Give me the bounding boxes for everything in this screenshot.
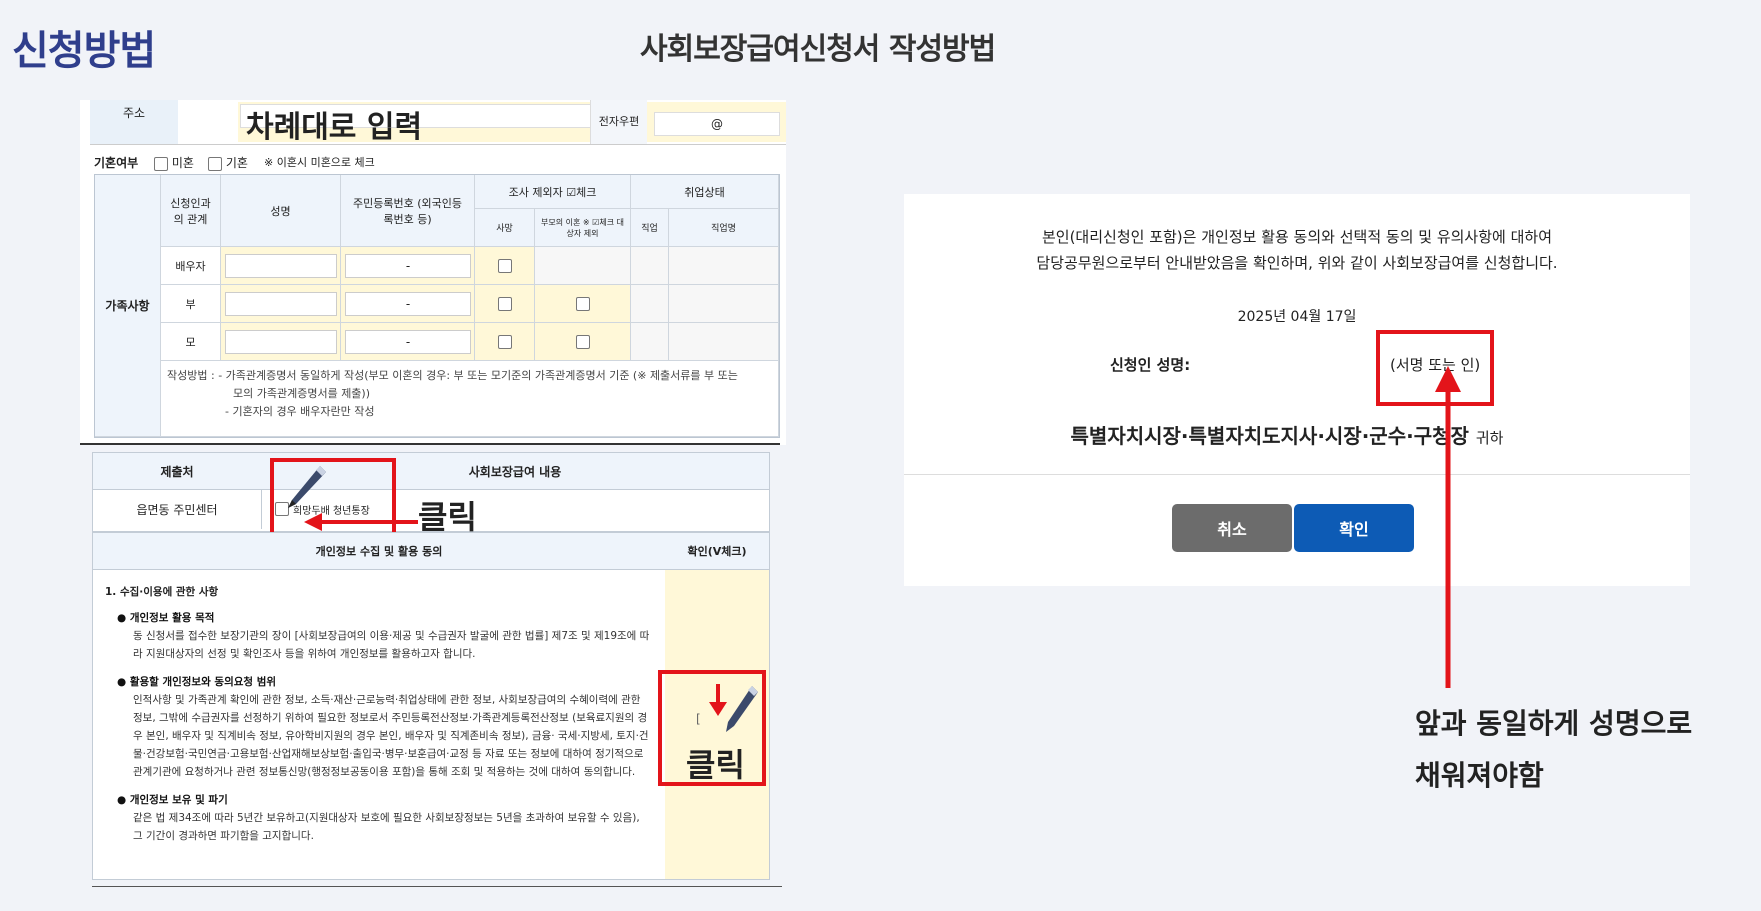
death-cell-spouse (475, 247, 535, 285)
pen-icon (288, 466, 326, 508)
married-label: 기혼 (225, 156, 248, 170)
job-cell-father-disabled (631, 285, 669, 323)
divorce-checkbox-mother[interactable] (575, 334, 590, 349)
header-job-name: 직업명 (669, 209, 779, 247)
death-cell-mother (475, 323, 535, 361)
header-death: 사망 (475, 209, 535, 247)
notes-label: 작성방법 : (167, 369, 215, 382)
job-cell-spouse-disabled (631, 247, 669, 285)
rrn-input-mother[interactable]: - (345, 330, 471, 354)
header-divorce: 부모의 이혼 ※ ☑체크 대상자 제외 (535, 209, 631, 247)
submit-header-place: 제출처 (93, 453, 262, 490)
notes-line1: - 가족관계증명서 동일하게 작성(부모 이혼의 경우: 부 또는 모기준의 가… (218, 369, 738, 382)
rrn-cell-father: - (341, 285, 475, 323)
notes-line2: 모의 가족관계증명서를 제출)) (233, 387, 371, 400)
email-input[interactable]: @ (654, 112, 780, 136)
dialog-date: 2025년 04월 17일 (1237, 309, 1357, 325)
death-checkbox-spouse[interactable] (497, 258, 512, 273)
dialog-line-2: 담당공무원으로부터 안내받았음을 확인하며, 위와 같이 사회보장급여를 신청합… (1036, 254, 1558, 272)
annotation-text: 앞과 동일하게 성명으로 채워져야함 (1415, 698, 1692, 802)
consent-section-1: 1. 수집·이용에 관한 사항 (105, 586, 219, 598)
divorce-cell-mother (535, 323, 631, 361)
header-job: 직업 (631, 209, 669, 247)
page-title-left: 신청방법 (12, 28, 156, 74)
single-label: 미혼 (171, 156, 194, 170)
death-checkbox-mother[interactable] (497, 334, 512, 349)
recipient-line: 특별자치시장·특별자치도지사·시장·군수·구청장 귀하 (894, 420, 1680, 449)
marriage-married-option[interactable]: 기혼 (208, 154, 248, 171)
marriage-note: ※ 이혼시 미혼으로 체크 (264, 156, 375, 169)
notes-line3: - 기혼자의 경우 배우자란만 작성 (225, 405, 375, 418)
marriage-single-option[interactable]: 미혼 (154, 154, 194, 171)
consent-purpose-text: 동 신청서를 접수한 보장기관의 장이 [사회보장급여의 이용·제공 및 수급권… (133, 630, 650, 660)
header-rrn: 주민등록번호 (외국인등록번호 등) (341, 175, 475, 247)
panel-divider (80, 443, 780, 445)
row-relation-father: 부 (161, 285, 221, 323)
annotation-line-1: 앞과 동일하게 성명으로 (1415, 707, 1693, 740)
submit-place: 읍면동 주민센터 (93, 489, 262, 529)
recipient-suffix: 귀하 (1475, 429, 1504, 447)
click-label-2: 클릭 (686, 746, 745, 784)
page-title-center: 사회보장급여신청서 작성방법 (640, 32, 996, 67)
bottom-rule (92, 886, 782, 887)
annotation-line-2: 채워져야함 (1415, 759, 1544, 792)
jobname-cell-mother-disabled (669, 323, 779, 361)
marriage-label: 기혼여부 (94, 156, 139, 170)
jobname-cell-father-disabled (669, 285, 779, 323)
name-input-father[interactable] (225, 292, 337, 316)
rrn-cell-mother: - (341, 323, 475, 361)
divorce-cell-father (535, 285, 631, 323)
address-row: 주소 차례대로 입력 전자우편 @ (90, 100, 786, 145)
header-job-status: 취업상태 (631, 175, 779, 209)
address-label: 주소 (90, 100, 178, 144)
row-relation-spouse: 배우자 (161, 247, 221, 285)
consent-scope-title: ● 활용할 개인정보와 동의요청 범위 (117, 676, 277, 688)
arrow-up-icon (1435, 366, 1461, 688)
rrn-cell-spouse: - (341, 247, 475, 285)
recipient-title: 특별자치시장·특별자치도지사·시장·군수·구청장 (1070, 424, 1469, 448)
row-relation-mother: 모 (161, 323, 221, 361)
consent-body: 1. 수집·이용에 관한 사항 ● 개인정보 활용 목적 동 신청서를 접수한 … (105, 583, 650, 845)
family-table: 가족사항 신청인과의 관계 성명 주민등록번호 (외국인등록번호 등) 조사 제… (94, 174, 780, 438)
name-cell-mother (221, 323, 341, 361)
arrow-and-pen-icon (709, 684, 758, 732)
confirm-button[interactable]: 확인 (1294, 504, 1414, 552)
consent-purpose-title: ● 개인정보 활용 목적 (117, 612, 215, 624)
consent-checkbox-fragment[interactable]: [ (696, 712, 701, 726)
header-name: 성명 (221, 175, 341, 247)
job-cell-mother-disabled (631, 323, 669, 361)
arrow-left-icon (304, 513, 418, 531)
family-form-panel: 주소 차례대로 입력 전자우편 @ 기혼여부 미혼 기혼 ※ 이혼시 미혼으로 … (80, 100, 786, 445)
death-checkbox-father[interactable] (497, 296, 512, 311)
name-input-mother[interactable] (225, 330, 337, 354)
jobname-cell-spouse-disabled (669, 247, 779, 285)
address-overlay-text: 차례대로 입력 (246, 110, 423, 145)
consent-scope-text: 인적사항 및 가족관계 확인에 관한 정보, 소득·재산·근로능력·취업상태에 … (133, 694, 649, 778)
divorce-checkbox-father[interactable] (575, 296, 590, 311)
rrn-input-spouse[interactable]: - (345, 254, 471, 278)
applicant-name-label: 신청인 성명: (1110, 356, 1191, 374)
dialog-separator (904, 474, 1690, 475)
consent-retention-title: ● 개인정보 보유 및 파기 (117, 794, 228, 806)
name-cell-father (221, 285, 341, 323)
consent-header: 개인정보 수집 및 활용 동의 (93, 533, 666, 570)
dialog-line-1: 본인(대리신청인 포함)은 개인정보 활용 동의와 선택적 동의 및 유의사항에… (1041, 228, 1553, 246)
consent-retention-text: 같은 법 제34조에 따라 5년간 보유하고(지원대상자 보호에 필요한 사회보… (133, 812, 640, 842)
header-exclude: 조사 제외자 ☑체크 (475, 175, 631, 209)
single-checkbox[interactable] (154, 156, 168, 171)
name-cell-spouse (221, 247, 341, 285)
family-notes: 작성방법 : - 가족관계증명서 동일하게 작성(부모 이혼의 경우: 부 또는… (161, 361, 779, 437)
name-input-spouse[interactable] (225, 254, 337, 278)
email-field-area: @ (648, 102, 786, 142)
rrn-input-father[interactable]: - (345, 292, 471, 316)
married-checkbox[interactable] (208, 156, 222, 171)
death-cell-father (475, 285, 535, 323)
header-relation: 신청인과의 관계 (161, 175, 221, 247)
email-label: 전자우편 (590, 100, 647, 144)
application-confirm-dialog: 본인(대리신청인 포함)은 개인정보 활용 동의와 선택적 동의 및 유의사항에… (904, 194, 1690, 586)
cancel-button[interactable]: 취소 (1172, 504, 1292, 552)
family-section-label: 가족사항 (95, 175, 161, 437)
consent-check-header: 확인(V체크) (665, 533, 769, 570)
divorce-cell-spouse-disabled (535, 247, 631, 285)
